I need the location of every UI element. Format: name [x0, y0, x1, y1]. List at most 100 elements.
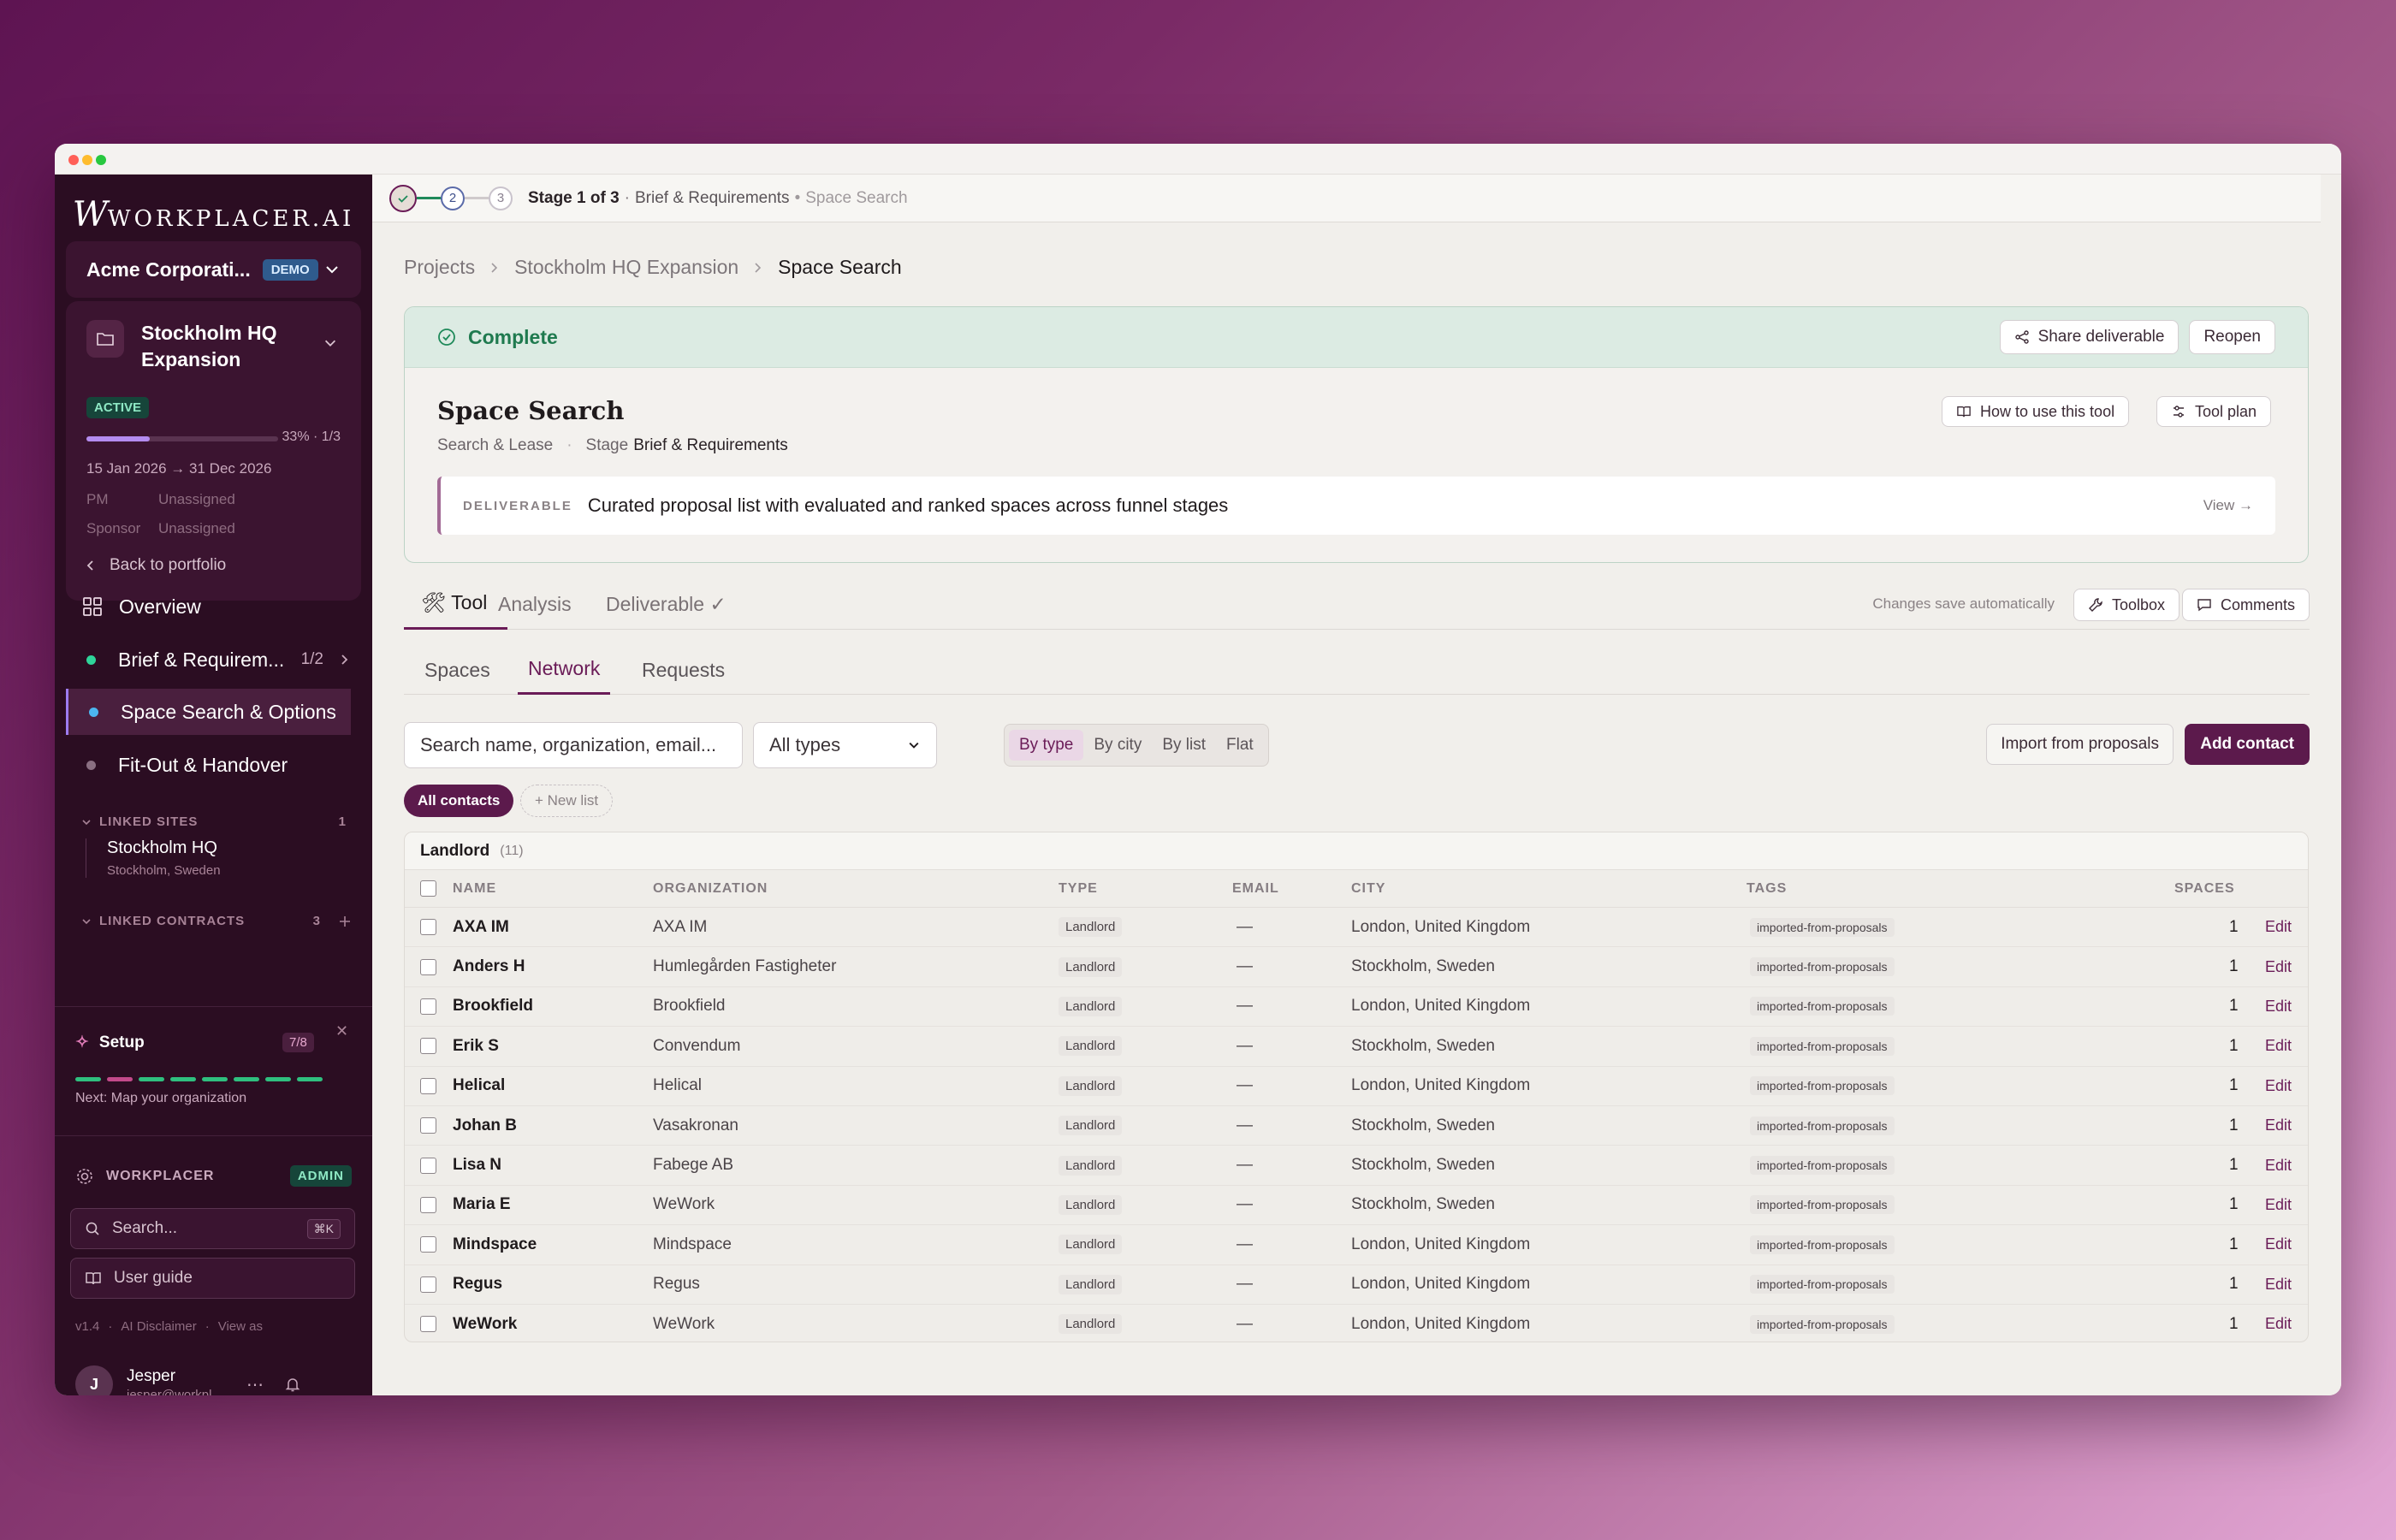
table-row[interactable]: Lisa N Fabege AB Landlord — Stockholm, Swede…: [405, 1146, 2308, 1186]
type-select[interactable]: All types: [753, 722, 937, 768]
comments-button[interactable]: Comments: [2181, 589, 2310, 621]
subtab-requests[interactable]: Requests: [642, 645, 725, 695]
contact-name[interactable]: WeWork: [453, 1305, 517, 1342]
view-deliverable-link[interactable]: View →: [2203, 497, 2253, 514]
contact-name[interactable]: Helical: [453, 1067, 505, 1105]
col-tags[interactable]: TAGS: [1747, 870, 1787, 907]
contact-name[interactable]: Erik S: [453, 1027, 499, 1065]
workplacer-logo[interactable]: WWORKPLACER.AI: [55, 195, 372, 234]
view-as-link[interactable]: View as: [218, 1319, 263, 1334]
table-row[interactable]: Helical Helical Landlord — London, United Ki…: [405, 1067, 2308, 1106]
table-row[interactable]: AXA IM AXA IM Landlord — London, United King…: [405, 908, 2308, 948]
nav-stage-fitout[interactable]: Fit-Out & Handover: [66, 742, 351, 788]
row-checkbox[interactable]: [420, 958, 436, 975]
contact-name[interactable]: Anders H: [453, 947, 525, 986]
new-list-button[interactable]: + New list: [520, 785, 614, 817]
sidebar-search[interactable]: Search... ⌘K: [70, 1208, 355, 1249]
table-row[interactable]: Maria E WeWork Landlord — Stockholm, Sweden i…: [405, 1186, 2308, 1226]
contact-name[interactable]: AXA IM: [453, 908, 509, 946]
tab-analysis[interactable]: Analysis: [498, 578, 572, 630]
share-deliverable-button[interactable]: Share deliverable: [1999, 320, 2180, 354]
org-switcher[interactable]: Acme Corporati... DEMO: [66, 241, 361, 298]
group-header[interactable]: Landlord (11): [405, 832, 2308, 870]
user-guide-button[interactable]: User guide: [70, 1258, 355, 1299]
back-to-portfolio-link[interactable]: Back to portfolio: [84, 556, 226, 575]
bell-icon[interactable]: [284, 1376, 301, 1393]
table-row[interactable]: Anders H Humlegården Fastigheter Landlord —…: [405, 947, 2308, 987]
table-row[interactable]: Mindspace Mindspace Landlord — London, Unite…: [405, 1225, 2308, 1265]
contact-search-input[interactable]: Search name, organization, email...: [404, 722, 743, 768]
nav-stage-brief[interactable]: Brief & Requirem... 1/2: [66, 637, 351, 683]
table-row[interactable]: Johan B Vasakronan Landlord — Stockholm, Swe…: [405, 1106, 2308, 1146]
minimize-window-button[interactable]: [82, 155, 92, 165]
add-contact-button[interactable]: Add contact: [2185, 724, 2310, 765]
nav-overview[interactable]: Overview: [66, 583, 351, 630]
import-from-proposals-button[interactable]: Import from proposals: [1986, 724, 2174, 765]
group-by-list[interactable]: By list: [1152, 730, 1216, 761]
contact-name[interactable]: Johan B: [453, 1106, 517, 1145]
step-complete[interactable]: [389, 184, 417, 212]
linked-site-item[interactable]: Stockholm HQ Stockholm, Sweden: [86, 838, 221, 878]
more-options-icon[interactable]: ⋯: [246, 1374, 264, 1395]
row-checkbox[interactable]: [420, 1276, 436, 1293]
nav-stage-space-search[interactable]: Space Search & Options: [66, 689, 351, 735]
edit-contact-link[interactable]: Edit: [2265, 1196, 2292, 1214]
edit-contact-link[interactable]: Edit: [2265, 918, 2292, 936]
row-checkbox[interactable]: [420, 919, 436, 936]
col-type[interactable]: TYPE: [1059, 870, 1098, 907]
linked-contracts-header[interactable]: LINKED CONTRACTS 3: [80, 914, 352, 928]
edit-contact-link[interactable]: Edit: [2265, 1077, 2292, 1095]
close-icon[interactable]: ✕: [335, 1022, 348, 1040]
step-2[interactable]: 2: [441, 186, 465, 210]
table-row[interactable]: WeWork WeWork Landlord — London, United King…: [405, 1305, 2308, 1342]
maximize-window-button[interactable]: [96, 155, 106, 165]
how-to-use-button[interactable]: How to use this tool: [1942, 396, 2130, 427]
group-by-type[interactable]: By type: [1009, 730, 1084, 761]
ai-disclaimer-link[interactable]: AI Disclaimer: [121, 1319, 196, 1334]
workplacer-admin-row[interactable]: WORKPLACER ADMIN: [75, 1165, 352, 1187]
row-checkbox[interactable]: [420, 1117, 436, 1134]
edit-contact-link[interactable]: Edit: [2265, 1116, 2292, 1134]
group-by-city[interactable]: By city: [1083, 730, 1152, 761]
table-row[interactable]: Brookfield Brookfield Landlord — London, Uni…: [405, 987, 2308, 1028]
edit-contact-link[interactable]: Edit: [2265, 1157, 2292, 1175]
contact-name[interactable]: Mindspace: [453, 1225, 537, 1264]
contact-name[interactable]: Brookfield: [453, 987, 533, 1026]
close-window-button[interactable]: [68, 155, 79, 165]
setup-next-step[interactable]: Next: Map your organization: [75, 1091, 246, 1106]
tab-tool[interactable]: 🛠 Tool: [404, 578, 508, 630]
plus-icon[interactable]: [338, 915, 352, 928]
row-checkbox[interactable]: [420, 998, 436, 1015]
contact-name[interactable]: Lisa N: [453, 1146, 501, 1184]
select-all-checkbox[interactable]: [420, 880, 436, 897]
step-3[interactable]: 3: [489, 186, 513, 210]
edit-contact-link[interactable]: Edit: [2265, 1315, 2292, 1333]
col-spaces[interactable]: SPACES: [2174, 870, 2235, 907]
col-organization[interactable]: ORGANIZATION: [653, 870, 768, 907]
row-checkbox[interactable]: [420, 1236, 436, 1253]
breadcrumb-projects[interactable]: Projects: [404, 256, 475, 279]
edit-contact-link[interactable]: Edit: [2265, 1276, 2292, 1294]
table-row[interactable]: Erik S Convendum Landlord — Stockholm, Swede…: [405, 1027, 2308, 1067]
reopen-button[interactable]: Reopen: [2189, 320, 2275, 354]
row-checkbox[interactable]: [420, 1157, 436, 1174]
user-profile[interactable]: J Jesper jesper@workpl... ⋯: [75, 1365, 352, 1395]
edit-contact-link[interactable]: Edit: [2265, 1037, 2292, 1055]
linked-sites-header[interactable]: LINKED SITES 1: [80, 814, 347, 829]
row-checkbox[interactable]: [420, 1316, 436, 1333]
group-flat[interactable]: Flat: [1216, 730, 1264, 761]
row-checkbox[interactable]: [420, 1038, 436, 1055]
edit-contact-link[interactable]: Edit: [2265, 998, 2292, 1016]
row-checkbox[interactable]: [420, 1196, 436, 1213]
col-name[interactable]: NAME: [453, 870, 496, 907]
breadcrumb-project[interactable]: Stockholm HQ Expansion: [514, 256, 738, 279]
list-all-contacts[interactable]: All contacts: [404, 785, 514, 817]
col-city[interactable]: CITY: [1351, 870, 1385, 907]
col-email[interactable]: EMAIL: [1232, 870, 1279, 907]
chevron-down-icon[interactable]: [323, 335, 338, 351]
table-row[interactable]: Regus Regus Landlord — London, United Kingdo…: [405, 1265, 2308, 1305]
edit-contact-link[interactable]: Edit: [2265, 958, 2292, 976]
row-checkbox[interactable]: [420, 1077, 436, 1094]
subtab-network[interactable]: Network: [518, 645, 611, 695]
tool-plan-button[interactable]: Tool plan: [2156, 396, 2272, 427]
